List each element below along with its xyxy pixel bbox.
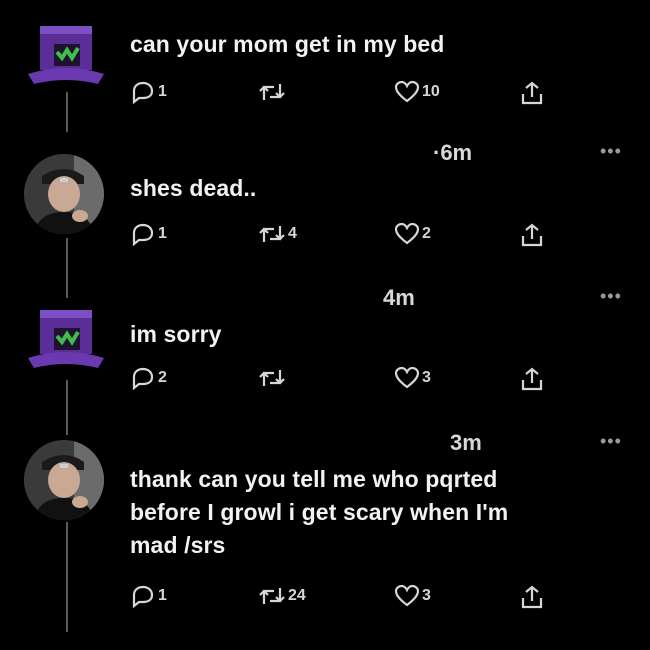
share-icon [521,223,543,247]
more-options-button[interactable]: ••• [600,287,622,305]
post-timestamp: 4m [383,285,415,310]
heart-icon [394,80,420,103]
retweet-icon [259,226,285,242]
like-count: 10 [422,83,440,100]
more-options-icon: ••• [600,141,622,161]
like-button[interactable]: 3 [394,366,431,390]
like-button[interactable]: 10 [394,80,440,104]
share-button[interactable] [520,80,544,106]
share-icon [521,585,543,609]
reply-count: 2 [158,369,167,386]
more-options-icon: ••• [600,431,622,451]
reply-button[interactable]: 2 [130,366,167,390]
reply-icon [132,367,154,390]
heart-icon [394,584,420,607]
retweet-button[interactable] [258,80,288,104]
thread-line [66,380,68,435]
profile-photo-icon [24,440,104,520]
share-icon [521,367,543,391]
reply-button[interactable]: 1 [130,222,167,246]
share-icon [521,81,543,105]
reply-icon [132,223,154,246]
like-count: 2 [422,225,431,242]
heart-icon [394,366,420,389]
reply-button[interactable]: 1 [130,584,167,608]
reply-count: 1 [158,225,167,242]
heart-icon [394,222,420,245]
avatar[interactable] [24,440,104,520]
thread-line [66,92,68,132]
reply-button[interactable]: 1 [130,80,167,104]
thread-line [66,238,68,298]
like-button[interactable]: 3 [394,584,431,608]
profile-photo-icon [24,154,104,234]
retweet-count: 24 [288,587,306,604]
post-text: shes dead.. [130,175,257,201]
post-text: can your mom get in my bed [130,31,445,57]
like-count: 3 [422,587,431,604]
more-options-button[interactable]: ••• [600,432,622,450]
like-count: 3 [422,369,431,386]
retweet-count: 4 [288,225,297,242]
reply-count: 1 [158,83,167,100]
share-button[interactable] [520,366,544,392]
reply-icon [132,81,154,104]
more-options-button[interactable]: ••• [600,142,622,160]
post-timestamp: ·6m [433,140,473,165]
retweet-icon [259,370,285,386]
thread-view: can your mom get in my bed 1 10 ·6m ••• [0,0,650,650]
hat-avatar-icon [28,310,104,368]
post-timestamp: 3m [450,430,482,455]
retweet-button[interactable] [258,366,288,390]
share-button[interactable] [520,222,544,248]
avatar[interactable] [28,310,104,380]
avatar[interactable] [24,154,104,234]
post-actions: 1 24 3 [130,584,560,610]
like-button[interactable]: 2 [394,222,431,246]
reply-icon [132,585,154,608]
thread-line [66,522,68,632]
retweet-icon [259,84,285,100]
retweet-button[interactable]: 4 [258,222,297,246]
more-options-icon: ••• [600,286,622,306]
retweet-icon [259,588,285,604]
post-text: im sorry [130,321,222,347]
share-button[interactable] [520,584,544,610]
avatar[interactable] [28,26,104,96]
retweet-button[interactable]: 24 [258,584,306,608]
reply-count: 1 [158,587,167,604]
post-actions: 2 3 [130,366,560,392]
post-text: thank can you tell me who pqrted before … [130,466,509,558]
hat-avatar-icon [28,26,104,84]
post-actions: 1 4 2 [130,222,560,248]
post-actions: 1 10 [130,80,560,106]
